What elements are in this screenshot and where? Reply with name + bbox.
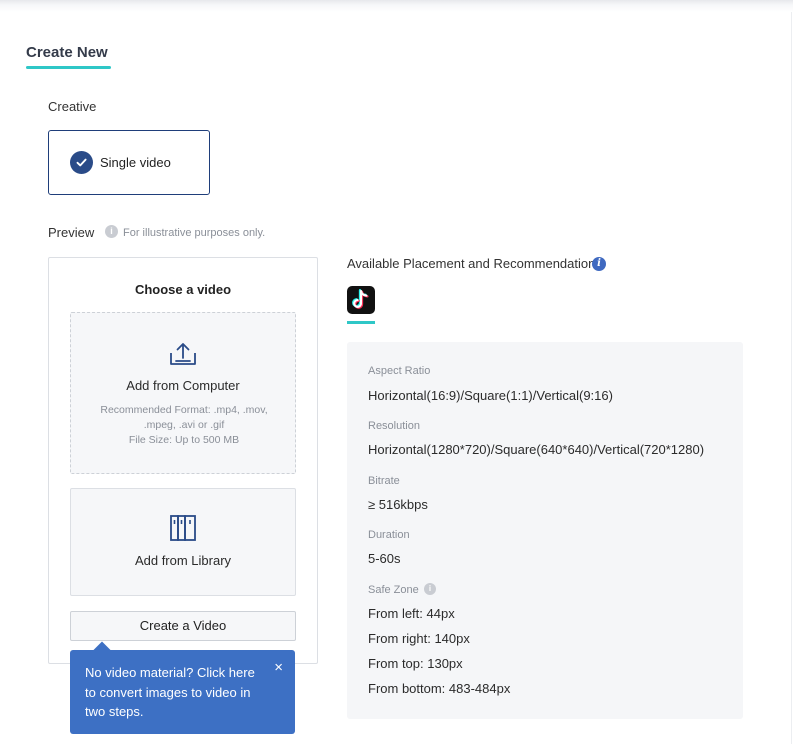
tooltip-text[interactable]: No video material? Click here to convert… bbox=[85, 665, 255, 719]
title-underline bbox=[26, 66, 111, 69]
size-line: File Size: Up to 500 MB bbox=[128, 434, 240, 446]
tiktok-icon[interactable] bbox=[347, 286, 375, 314]
info-icon[interactable]: i bbox=[592, 257, 606, 271]
close-icon[interactable]: × bbox=[274, 660, 283, 675]
add-from-computer-dropzone[interactable]: Add from Computer Recommended Format: .m… bbox=[70, 312, 296, 474]
choose-video-title: Choose a video bbox=[134, 282, 232, 297]
aspect-ratio-value: Horizontal(16:9)/Square(1:1)/Vertical(9:… bbox=[368, 388, 613, 403]
recommendations-panel: Aspect Ratio Horizontal(16:9)/Square(1:1… bbox=[347, 342, 743, 719]
right-divider bbox=[791, 12, 792, 744]
placement-title: Available Placement and Recommendations bbox=[347, 256, 602, 271]
library-icon bbox=[169, 514, 197, 547]
single-video-label: Single video bbox=[100, 155, 171, 170]
safe-zone-left: From left: 44px bbox=[368, 606, 455, 621]
format-line: Recommended Format: .mp4, .mov, .mpeg, .… bbox=[100, 404, 268, 431]
safe-zone-label: Safe Zone bbox=[368, 584, 419, 596]
preview-panel: Choose a video Add from Computer Recomme… bbox=[48, 257, 318, 664]
upload-recommendation: Recommended Format: .mp4, .mov, .mpeg, .… bbox=[91, 403, 277, 448]
safe-zone-top: From top: 130px bbox=[368, 656, 463, 671]
single-video-option[interactable]: Single video bbox=[48, 130, 210, 195]
preview-note: For illustrative purposes only. bbox=[123, 227, 266, 239]
duration-label: Duration bbox=[368, 529, 410, 541]
bitrate-value: ≥ 516kbps bbox=[368, 497, 428, 512]
selected-placement-underline bbox=[347, 321, 375, 324]
check-circle-icon bbox=[70, 151, 93, 174]
resolution-value: Horizontal(1280*720)/Square(640*640)/Ver… bbox=[368, 442, 705, 457]
bitrate-label: Bitrate bbox=[368, 475, 400, 487]
top-shadow bbox=[0, 0, 793, 12]
add-from-library-button[interactable]: Add from Library bbox=[70, 488, 296, 596]
upload-icon bbox=[169, 341, 197, 372]
add-from-computer-label: Add from Computer bbox=[126, 378, 240, 393]
page-title: Create New bbox=[26, 44, 108, 61]
duration-value: 5-60s bbox=[368, 551, 401, 566]
preview-label: Preview bbox=[48, 225, 95, 240]
info-icon[interactable]: i bbox=[424, 583, 436, 595]
create-video-button[interactable]: Create a Video bbox=[70, 611, 296, 641]
resolution-label: Resolution bbox=[368, 420, 420, 432]
creative-label: Creative bbox=[48, 99, 97, 114]
convert-images-tooltip[interactable]: No video material? Click here to convert… bbox=[70, 641, 295, 734]
safe-zone-bottom: From bottom: 483-484px bbox=[368, 681, 511, 696]
info-icon[interactable]: i bbox=[105, 225, 118, 238]
aspect-ratio-label: Aspect Ratio bbox=[368, 365, 431, 377]
safe-zone-right: From right: 140px bbox=[368, 631, 470, 646]
add-from-library-label: Add from Library bbox=[134, 553, 232, 568]
